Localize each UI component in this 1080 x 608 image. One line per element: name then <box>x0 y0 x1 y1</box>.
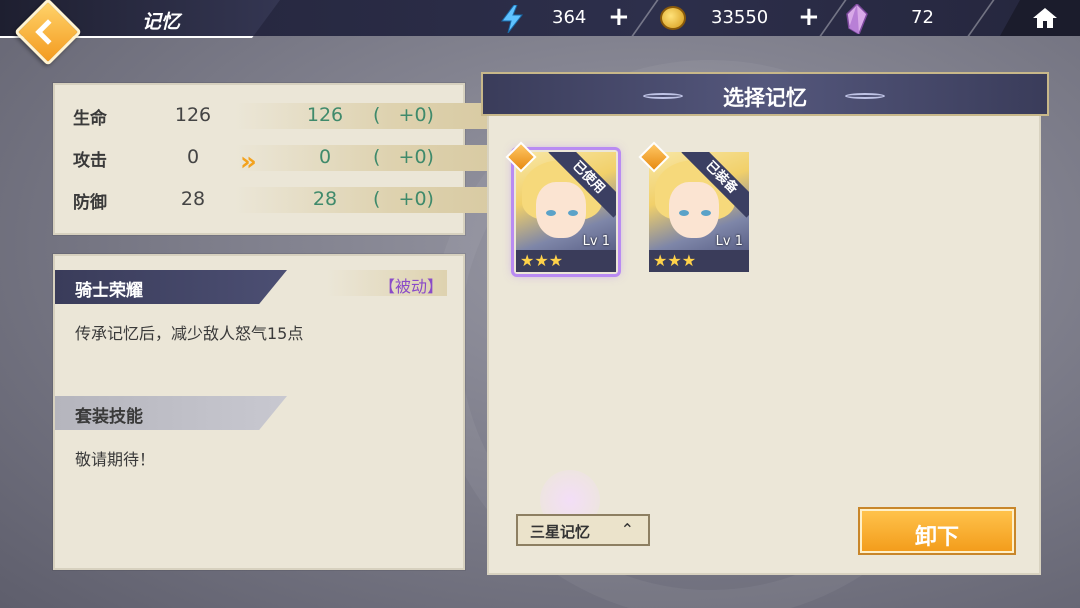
skill-panel: 骑士荣耀 【被动】 传承记忆后，减少敌人怒气15点 套装技能 敬请期待！ <box>53 254 465 570</box>
stat-new: 0 <box>318 146 332 168</box>
stat-current: 28 <box>180 188 206 210</box>
home-icon <box>1033 8 1057 28</box>
passive-tag: 【被动】 <box>327 270 447 296</box>
page-title: 记忆 <box>142 11 181 33</box>
stat-label: 防御 <box>73 193 107 213</box>
card-level: Lv 1 <box>582 234 610 249</box>
stat-label: 生命 <box>73 109 107 129</box>
energy-value: 364 <box>552 7 587 28</box>
portrait-eye <box>701 210 711 216</box>
stat-bar <box>235 187 497 213</box>
set-skill-description: 敬请期待！ <box>75 450 156 469</box>
memory-select-header: 选择记忆 <box>481 72 1049 116</box>
character-portrait: 已使用 Lv 1 <box>516 152 616 250</box>
chevron-up-icon: ⌃ <box>620 520 634 539</box>
stats-panel: 生命 126 126 ( +0) 攻击 0 0 ( +0) 防御 28 28 (… <box>53 83 497 235</box>
skill-description: 传承记忆后，减少敌人怒气15点 <box>75 324 304 343</box>
coin-value: 33550 <box>711 7 769 28</box>
stat-diff: ( +0) <box>373 188 434 210</box>
portrait-eye <box>679 210 689 216</box>
stat-diff: ( +0) <box>373 104 434 126</box>
character-portrait: 已装备 Lv 1 <box>649 152 749 250</box>
skill-header: 骑士荣耀 <box>55 270 287 304</box>
filter-label: 三星记忆 <box>530 523 591 541</box>
upgrade-arrow-icon: » <box>240 147 257 177</box>
stat-row-def: 防御 28 28 ( +0) <box>55 185 497 215</box>
stat-diff: ( +0) <box>373 146 434 168</box>
stat-bar <box>235 145 497 171</box>
stat-current: 0 <box>186 146 200 168</box>
portrait-face <box>536 182 586 238</box>
portrait-eye <box>546 210 556 216</box>
memory-select-title: 选择记忆 <box>723 86 807 110</box>
stat-row-atk: 攻击 0 0 ( +0) <box>55 143 497 173</box>
stat-current: 126 <box>174 104 212 126</box>
stat-row-hp: 生命 126 126 ( +0) <box>55 101 497 131</box>
star-filter-dropdown[interactable]: 三星记忆 ⌃ <box>516 514 650 546</box>
skill-name: 骑士荣耀 <box>75 281 143 301</box>
set-skill-header: 套装技能 <box>55 396 287 430</box>
unload-label: 卸下 <box>914 525 959 550</box>
memory-card[interactable]: 已装备 Lv 1 ★★★ <box>638 141 751 274</box>
portrait-eye <box>568 210 578 216</box>
set-skill-name: 套装技能 <box>75 407 143 427</box>
unload-button[interactable]: 卸下 <box>860 509 1014 553</box>
stat-new: 28 <box>312 188 338 210</box>
stat-bar <box>235 103 497 129</box>
ornament-icon <box>845 93 885 99</box>
memory-card[interactable]: 已使用 Lv 1 ★★★ <box>505 141 618 274</box>
portrait-face <box>669 182 719 238</box>
stat-label: 攻击 <box>73 151 107 171</box>
lightning-icon <box>501 5 524 33</box>
coin-icon <box>660 6 686 30</box>
card-stars: ★★★ <box>649 250 749 272</box>
back-arrow-icon <box>35 19 61 45</box>
card-stars: ★★★ <box>516 250 616 272</box>
crystal-value: 72 <box>911 7 934 28</box>
crystal-icon <box>846 4 868 34</box>
card-level: Lv 1 <box>715 234 743 249</box>
stat-new: 126 <box>306 104 344 126</box>
add-energy-button[interactable]: + <box>608 2 630 32</box>
add-coin-button[interactable]: + <box>798 2 820 32</box>
